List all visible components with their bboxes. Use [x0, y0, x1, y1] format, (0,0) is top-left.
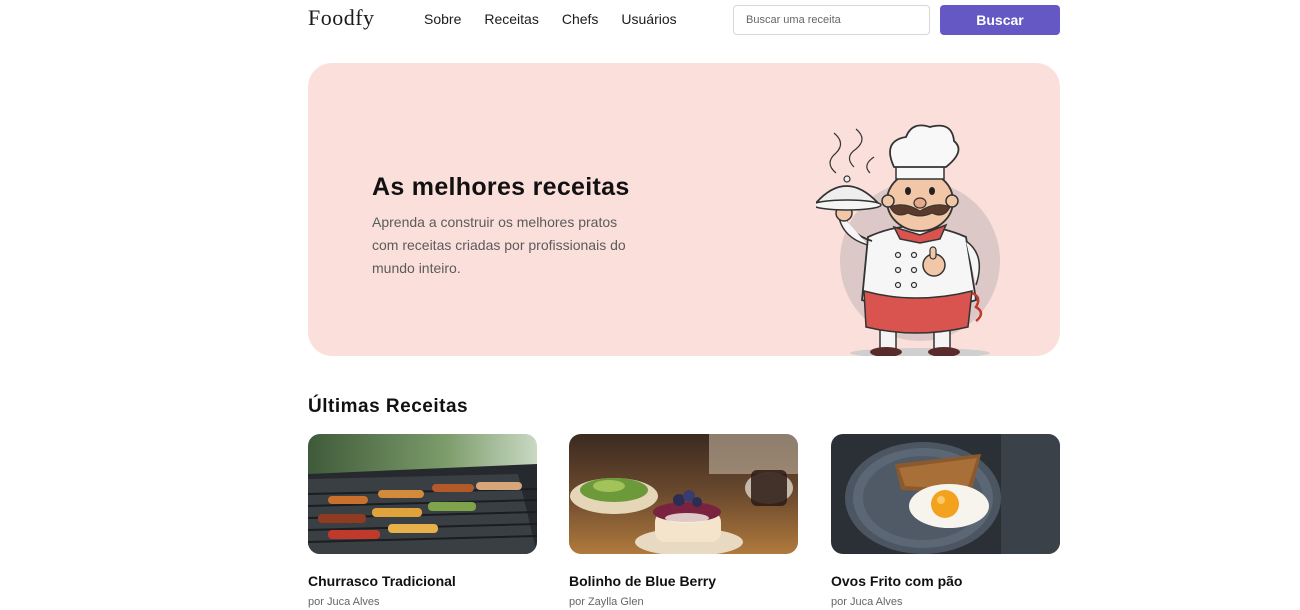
chef-illustration	[816, 124, 1000, 356]
nav-item-receitas[interactable]: Receitas	[484, 11, 538, 27]
nav-item-sobre[interactable]: Sobre	[424, 11, 461, 27]
recipe-author: por Zaylla Glen	[569, 596, 644, 608]
logo[interactable]: Foodfy	[308, 5, 375, 31]
nav-item-chefs[interactable]: Chefs	[562, 11, 599, 27]
hero-banner: As melhores receitas Aprenda a construir…	[308, 63, 1060, 356]
recipe-card[interactable]: Bolinho de Blue Berry por Zaylla Glen	[569, 434, 798, 608]
recipe-author: por Juca Alves	[308, 596, 380, 608]
recipe-title[interactable]: Ovos Frito com pão	[831, 573, 962, 589]
hero-description: Aprenda a construir os melhores pratos c…	[372, 214, 626, 276]
recipe-image-ovos[interactable]	[831, 434, 1060, 554]
recipe-title[interactable]: Bolinho de Blue Berry	[569, 573, 716, 589]
main-nav: Sobre Receitas Chefs Usuários	[424, 11, 700, 27]
nav-item-usuarios[interactable]: Usuários	[621, 11, 676, 27]
hero-title: As melhores receitas	[372, 173, 630, 201]
recipe-card[interactable]: Ovos Frito com pão por Juca Alves	[831, 434, 1060, 608]
recipe-author: por Juca Alves	[831, 596, 903, 608]
recipe-title[interactable]: Churrasco Tradicional	[308, 573, 456, 589]
section-title: Últimas Receitas	[308, 396, 469, 417]
search-input[interactable]	[733, 5, 930, 35]
recipe-card[interactable]: Churrasco Tradicional por Juca Alves	[308, 434, 537, 608]
recipe-image-bolinho[interactable]	[569, 434, 798, 554]
recipe-image-churrasco[interactable]	[308, 434, 537, 554]
search-button[interactable]: Buscar	[940, 5, 1060, 35]
